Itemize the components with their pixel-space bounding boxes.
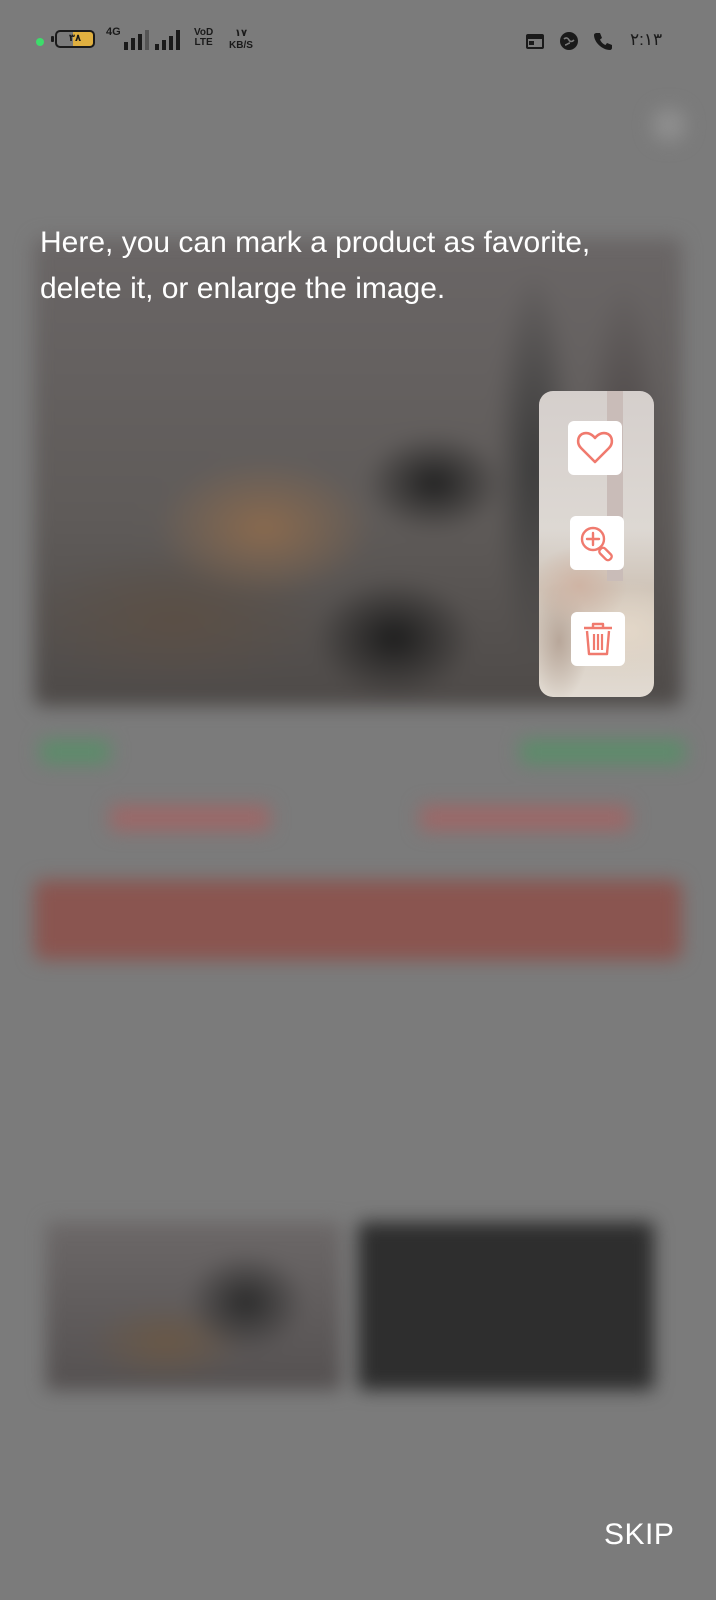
- network-speed: ۱۷ KB/S: [229, 28, 253, 52]
- signal-bars-icon: [124, 30, 149, 50]
- background-close-button: [652, 108, 686, 142]
- spotlight-image-actions: [539, 391, 654, 697]
- background-primary-button: [34, 880, 682, 960]
- background-thumbnail-right: [358, 1222, 654, 1390]
- background-thumbnail-left: [46, 1222, 342, 1390]
- delete-button[interactable]: [571, 612, 625, 666]
- volte-indicator: VoD LTE: [194, 28, 213, 48]
- enlarge-button[interactable]: [570, 516, 624, 570]
- background-price-right: [420, 805, 630, 831]
- speed-value: ۱۷: [234, 28, 248, 39]
- zoom-in-icon: [580, 526, 613, 562]
- notification-dot: [36, 38, 44, 46]
- speed-unit: KB/S: [229, 40, 253, 51]
- heart-icon: [576, 431, 614, 464]
- background-tag-right: [520, 740, 685, 764]
- clock: ۲:۱۳: [630, 30, 663, 49]
- globe-icon: [560, 32, 578, 50]
- phone-icon: [594, 33, 612, 50]
- calendar-icon: [526, 34, 544, 49]
- coach-message: Here, you can mark a product as favorite…: [40, 226, 591, 305]
- trash-icon: [584, 622, 612, 656]
- background-tag-left: [40, 740, 110, 764]
- background-price-left: [110, 805, 270, 831]
- battery-icon: ۳۸: [51, 30, 95, 48]
- favorite-button[interactable]: [568, 421, 622, 475]
- skip-button[interactable]: SKIP: [604, 1518, 674, 1552]
- status-bar: ۳۸ 4G VoD LTE ۱۷ KB/S ۲:۱۳: [0, 0, 716, 80]
- network-type: 4G: [106, 26, 121, 38]
- signal-bars-icon-2: [155, 30, 180, 50]
- volte-bottom: LTE: [194, 37, 213, 48]
